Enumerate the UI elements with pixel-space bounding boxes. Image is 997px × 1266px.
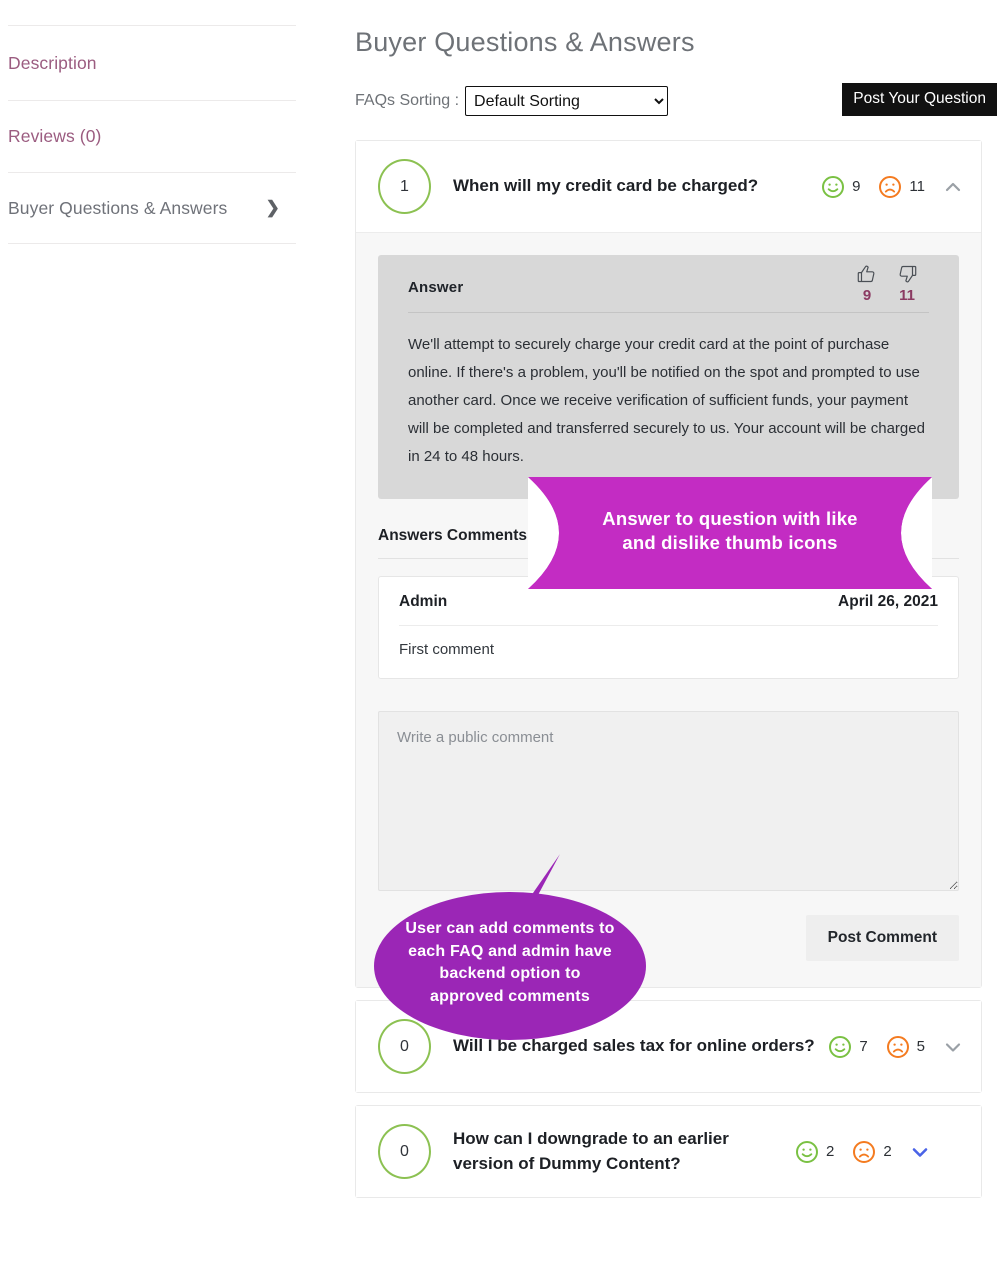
faq-dislike-count: 5 [916,1038,925,1056]
faq-main-column: Buyer Questions & Answers FAQs Sorting :… [340,0,997,1199]
answer-label: Answer [408,279,464,296]
faq-card: 1 When will my credit card be charged? 9… [355,140,982,989]
faq-vote-meta: 9 11 [821,175,963,199]
frowny-face-icon[interactable] [886,1035,910,1059]
faq-like-count: 2 [826,1143,835,1161]
comment-header: Admin April 26, 2021 [399,593,938,627]
thumb-down-unit[interactable]: 11 [887,263,927,304]
faq-dislike-count: 11 [909,178,925,195]
faq-sorting-select[interactable]: Default Sorting [465,86,669,116]
smiley-face-icon[interactable] [795,1140,819,1164]
sidebar-item-buyer-questions-answers[interactable]: Buyer Questions & Answers ❯ [8,172,296,244]
faq-answer-count-badge: 1 [378,159,431,214]
faq-question-row[interactable]: 1 When will my credit card be charged? 9… [356,141,981,232]
sidebar-item-label: Reviews (0) [8,126,102,146]
comment-author: Admin [399,593,448,611]
faq-question-text: How can I downgrade to an earlier versio… [453,1129,729,1173]
sorting-toolbar: FAQs Sorting : Default Sorting Post Your… [355,83,997,118]
post-comment-button[interactable]: Post Comment [805,915,959,962]
product-tabs-sidebar: Description Reviews (0) Buyer Questions … [0,0,304,1266]
faq-vote-meta: 2 2 [795,1140,930,1164]
smiley-face-icon[interactable] [828,1035,852,1059]
comment-body: First comment [399,641,495,659]
sidebar-item-label: Description [8,52,97,73]
post-your-question-button[interactable]: Post Your Question [842,83,997,116]
frowny-face-icon[interactable] [852,1140,876,1164]
faq-like-count: 9 [852,178,861,195]
answer-header: Answer 9 11 [408,265,929,313]
frowny-face-icon[interactable] [878,175,902,199]
thumb-up-unit[interactable]: 9 [847,263,887,304]
chevron-down-icon[interactable] [943,1037,963,1057]
comment-date: April 26, 2021 [838,593,938,611]
faq-question-text: When will my credit card be charged? [453,176,759,196]
answers-comments-title: Answers Comments: [378,527,959,560]
answer-body-text: We'll attempt to securely charge your cr… [408,336,925,466]
sorting-label: FAQs Sorting : [355,92,460,109]
chevron-up-icon[interactable] [943,177,963,197]
thumb-up-count: 9 [862,287,872,304]
faq-like-count: 7 [859,1038,868,1056]
comment-item: Admin April 26, 2021 First comment [378,576,959,680]
answer-panel: Answer 9 11 We'll attempt to securely ch… [378,255,959,500]
post-comment-row: Post Comment [378,915,959,962]
comment-input[interactable] [378,711,959,892]
faq-answer-count-badge: 0 [378,1124,431,1180]
faq-question-row[interactable]: 0 How can I downgrade to an earlier vers… [356,1106,981,1198]
sidebar-item-description[interactable]: Description [8,25,296,100]
thumbs-down-icon[interactable] [896,263,918,285]
page-title: Buyer Questions & Answers [355,27,695,57]
sidebar-item-reviews[interactable]: Reviews (0) [8,100,296,172]
answer-thumb-votes: 9 11 [847,263,927,304]
chevron-right-icon: ❯ [265,198,280,217]
faq-answer-count-badge: 0 [378,1019,431,1075]
chevron-down-icon[interactable] [910,1142,930,1162]
faq-vote-meta: 7 5 [828,1035,963,1059]
faq-question-text: Will I be charged sales tax for online o… [453,1036,815,1056]
faq-card: 0 Will I be charged sales tax for online… [355,1000,982,1094]
thumbs-up-icon[interactable] [856,263,878,285]
faq-question-row[interactable]: 0 Will I be charged sales tax for online… [356,1001,981,1093]
faq-card: 0 How can I downgrade to an earlier vers… [355,1105,982,1199]
smiley-face-icon[interactable] [821,175,845,199]
sidebar-item-label: Buyer Questions & Answers [8,197,228,218]
thumb-down-count: 11 [899,287,915,304]
faq-dislike-count: 2 [883,1143,892,1161]
faq-expanded-body: Answer 9 11 We'll attempt to securely ch… [356,232,981,988]
